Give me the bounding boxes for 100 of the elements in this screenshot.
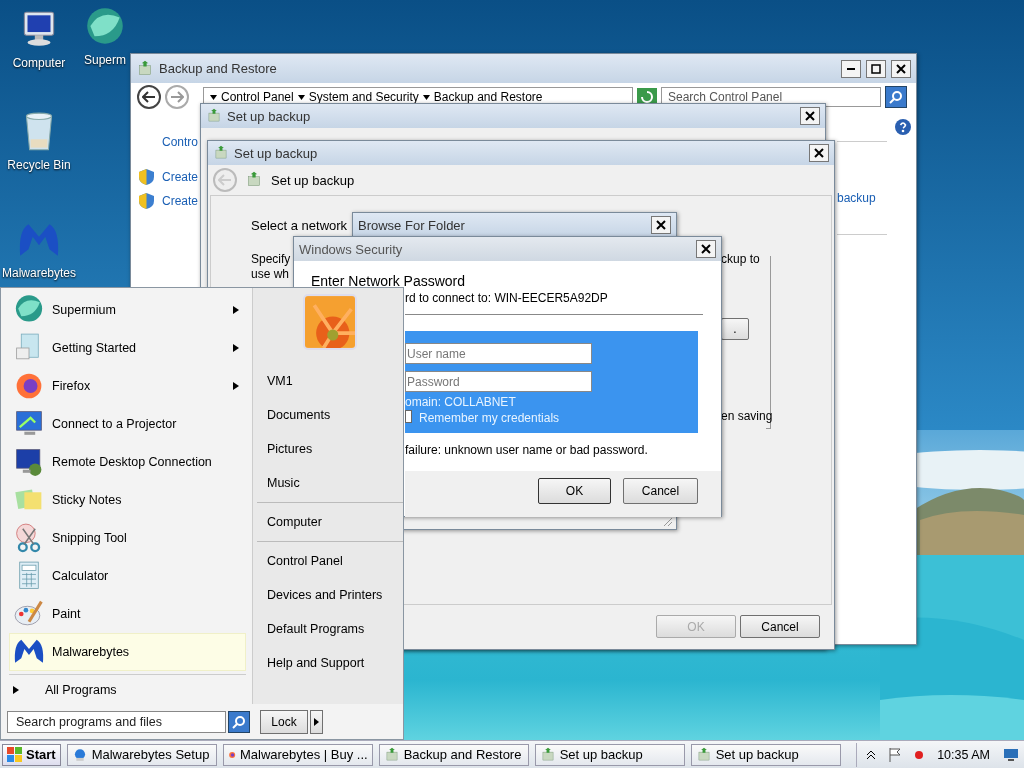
back-arrow-icon [142, 91, 156, 103]
maximize-button[interactable] [866, 59, 886, 78]
power-options-button[interactable] [310, 709, 323, 734]
program-item[interactable]: Snipping Tool [9, 519, 246, 557]
back-arrow-icon [218, 174, 232, 186]
dropdown-arrow-icon[interactable] [422, 94, 430, 100]
description-text: Specify [251, 252, 291, 266]
backup-icon [383, 746, 400, 763]
close-icon [701, 244, 711, 254]
program-item[interactable]: Connect to a Projector [9, 405, 246, 443]
backup-icon [695, 746, 712, 763]
windows-logo-icon [7, 746, 23, 763]
status-icon[interactable] [915, 750, 924, 759]
program-item[interactable]: Calculator [9, 557, 246, 595]
username-field[interactable]: User name [405, 343, 592, 364]
minimize-button[interactable] [841, 59, 861, 78]
dialog-heading: Set up backup [271, 172, 355, 188]
menu-item[interactable]: Default Programs [257, 612, 403, 646]
window-title: Browse For Folder [358, 217, 466, 233]
cancel-button[interactable]: Cancel [623, 478, 698, 504]
checkbox[interactable] [405, 410, 412, 423]
ok-button[interactable]: OK [538, 478, 611, 504]
menu-item[interactable]: Computer [257, 505, 403, 539]
program-item[interactable]: Paint [9, 595, 246, 633]
taskbar-button[interactable]: Malwarebytes | Buy ... [222, 743, 373, 766]
close-button[interactable] [800, 107, 820, 125]
close-button[interactable] [809, 144, 829, 162]
dialog-heading: Enter Network Password [311, 273, 466, 289]
resize-grip-icon[interactable] [662, 518, 672, 526]
dropdown-arrow-icon[interactable] [297, 94, 305, 100]
description-text: en saving [721, 409, 773, 423]
icon-label[interactable]: Recycle Bin [7, 158, 71, 172]
flag-icon[interactable] [889, 747, 902, 762]
submenu-arrow-icon [233, 344, 239, 352]
menu-item[interactable]: Pictures [257, 432, 403, 466]
caret-icon [314, 717, 319, 726]
program-item[interactable]: Remote Desktop Connection [9, 443, 246, 481]
icon-label[interactable]: Malwarebytes [2, 266, 76, 280]
menu-item[interactable]: Music [257, 466, 403, 500]
backup-icon [206, 108, 222, 124]
forward-arrow-icon [170, 91, 184, 103]
link[interactable]: Create [162, 194, 199, 208]
breadcrumb-item[interactable]: Control Panel [221, 90, 294, 104]
menu-item[interactable]: VM1 [257, 364, 403, 398]
close-button[interactable] [891, 59, 911, 78]
caret-icon [13, 685, 19, 694]
icon-label[interactable]: Superm [84, 53, 126, 67]
dialog-button[interactable]: Cancel [740, 615, 820, 638]
breadcrumb-item[interactable]: System and Security [308, 90, 419, 104]
taskbar-button[interactable]: Set up backup [534, 743, 685, 766]
link[interactable]: backup [837, 191, 876, 205]
taskbar-button[interactable]: Set up backup [690, 743, 841, 766]
close-icon [805, 111, 815, 121]
chevron-icon[interactable] [867, 749, 876, 760]
password-field[interactable]: Password [405, 371, 592, 392]
search-button[interactable] [228, 710, 250, 733]
close-icon [896, 63, 906, 74]
program-item[interactable]: Firefox [9, 367, 246, 405]
back-button[interactable] [137, 85, 161, 109]
close-icon [656, 220, 666, 230]
taskbar-button[interactable]: Backup and Restore [378, 743, 529, 766]
program-item[interactable]: Sticky Notes [9, 481, 246, 519]
taskbar-button[interactable]: Malwarebytes Setup [66, 743, 217, 766]
program-item[interactable]: Supermium [9, 291, 246, 329]
dropdown-arrow-icon[interactable] [210, 94, 217, 100]
search-button[interactable] [885, 86, 907, 108]
link[interactable]: Create [162, 170, 199, 184]
minimize-icon [847, 67, 855, 70]
domain-text: omain: COLLABNET [405, 395, 516, 409]
lock-button[interactable]: Lock [260, 709, 308, 734]
menu-item[interactable]: Documents [257, 398, 403, 432]
menu-item[interactable]: Control Panel [257, 544, 403, 578]
icon-label[interactable]: Computer [12, 56, 66, 70]
field-label: Select a network [251, 218, 348, 233]
all-programs-button[interactable]: All Programs [9, 674, 246, 704]
browse-button[interactable]: . [721, 318, 749, 340]
window-title: Windows Security [299, 241, 404, 257]
backup-icon [213, 145, 229, 161]
link[interactable]: Contro [162, 135, 199, 149]
search-field[interactable]: Search programs and files [7, 710, 226, 733]
maximize-icon [871, 63, 881, 74]
help-icon[interactable] [895, 119, 911, 135]
breadcrumb-item[interactable]: Backup and Restore [433, 90, 543, 104]
start-button[interactable]: Start [2, 743, 61, 766]
description-text: use wh [251, 267, 290, 281]
monitor-icon[interactable] [1004, 748, 1018, 761]
close-button[interactable] [696, 240, 716, 258]
submenu-arrow-icon [233, 306, 239, 314]
program-item[interactable]: Malwarebytes [9, 633, 246, 671]
program-item[interactable]: Getting Started [9, 329, 246, 367]
backup-icon [245, 171, 263, 189]
menu-item[interactable]: Help and Support [257, 646, 403, 680]
window-title: Backup and Restore [159, 61, 278, 76]
submenu-arrow-icon [233, 382, 239, 390]
shield-icon [139, 169, 154, 185]
close-icon [814, 148, 824, 158]
close-button[interactable] [651, 216, 671, 234]
prompt-text: rd to connect to: WIN-EECER5A92DP [405, 291, 608, 305]
menu-item[interactable]: Devices and Printers [257, 578, 403, 612]
clock[interactable]: 10:35 AM [937, 747, 990, 762]
